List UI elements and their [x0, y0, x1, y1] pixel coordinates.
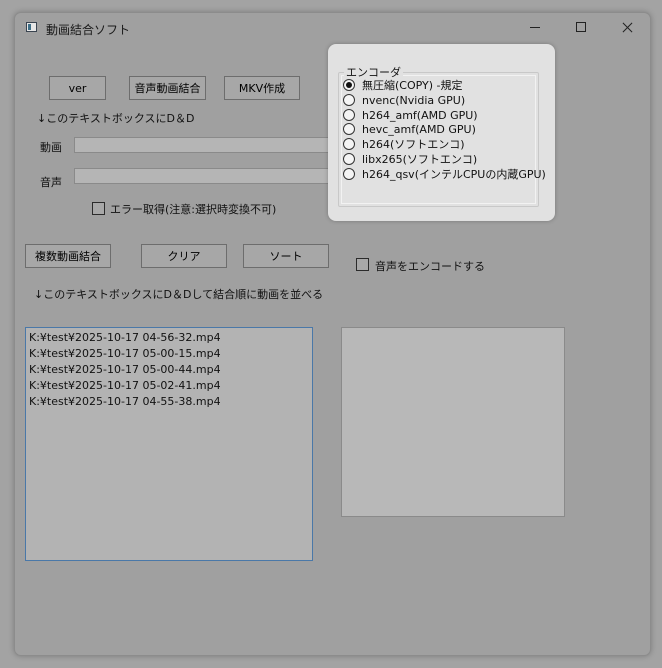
dnd-hint-label: ↓このテキストボックスにD＆D — [37, 112, 195, 125]
audio-label: 音声 — [40, 176, 62, 189]
title-bar[interactable]: 動画結合ソフト — [15, 13, 650, 45]
video-label: 動画 — [40, 141, 62, 154]
mkv-create-button[interactable]: MKV作成 — [224, 76, 300, 100]
ver-button[interactable]: ver — [49, 76, 106, 100]
radio-icon[interactable] — [343, 153, 355, 165]
video-path-input[interactable] — [74, 137, 329, 153]
encode-audio-label: 音声をエンコードする — [375, 260, 485, 273]
window-title: 動画結合ソフト — [46, 23, 131, 37]
multi-merge-button[interactable]: 複数動画結合 — [25, 244, 111, 268]
app-window-icon — [26, 22, 37, 32]
minimize-button[interactable] — [512, 13, 558, 43]
error-check-checkbox[interactable] — [92, 202, 105, 215]
audio-video-merge-button[interactable]: 音声動画結合 — [129, 76, 206, 100]
list-item[interactable]: K:¥test¥2025-10-17 05-00-15.mp4 — [29, 346, 309, 362]
close-button[interactable] — [604, 13, 650, 43]
radio-icon[interactable] — [343, 109, 355, 121]
radio-icon[interactable] — [343, 94, 355, 106]
error-check-label: エラー取得(注意:選択時変換不可) — [110, 203, 277, 216]
radio-icon[interactable] — [343, 138, 355, 150]
secondary-textbox[interactable] — [341, 327, 565, 517]
list-item[interactable]: K:¥test¥2025-10-17 05-00-44.mp4 — [29, 362, 309, 378]
encoder-panel: エンコーダ 無圧縮(COPY) -規定 nvenc(Nvidia GPU) h2… — [328, 44, 555, 221]
audio-path-input[interactable] — [74, 168, 329, 184]
encode-audio-checkbox[interactable] — [356, 258, 369, 271]
clear-button[interactable]: クリア — [141, 244, 227, 268]
radio-icon[interactable] — [343, 123, 355, 135]
radio-icon[interactable] — [343, 168, 355, 180]
list-item[interactable]: K:¥test¥2025-10-17 04-56-32.mp4 — [29, 330, 309, 346]
sort-button[interactable]: ソート — [243, 244, 329, 268]
list-item[interactable]: K:¥test¥2025-10-17 04-55-38.mp4 — [29, 394, 309, 410]
maximize-button[interactable] — [558, 13, 604, 43]
file-listbox[interactable]: K:¥test¥2025-10-17 04-56-32.mp4 K:¥test¥… — [25, 327, 313, 561]
list-item[interactable]: K:¥test¥2025-10-17 05-02-41.mp4 — [29, 378, 309, 394]
radio-checked-icon[interactable] — [343, 79, 355, 91]
dnd-hint-2-label: ↓このテキストボックスにD＆Dして結合順に動画を並べる — [34, 288, 324, 301]
